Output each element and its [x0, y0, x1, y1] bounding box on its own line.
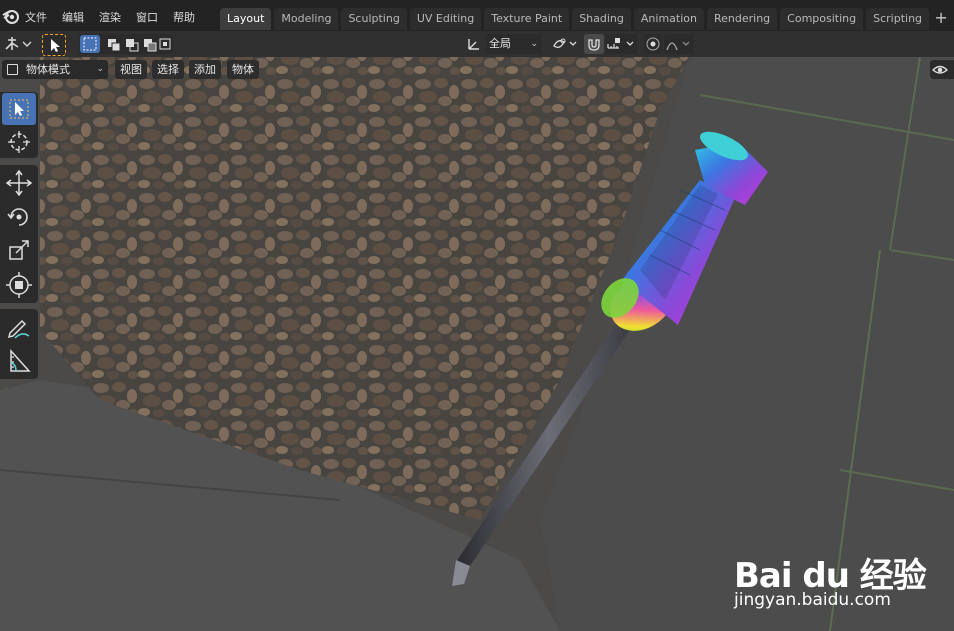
chevron-down-icon: ⌄ — [530, 39, 538, 49]
transform-orientation-dropdown[interactable]: 全局 ⌄ — [486, 34, 542, 54]
add-menu[interactable]: 添加 — [189, 60, 221, 79]
tool-annotate[interactable] — [2, 311, 36, 343]
top-menu-bar: 文件 编辑 渲染 窗口 帮助 Layout Modeling Sculpting… — [0, 0, 954, 31]
active-tool-button[interactable] — [42, 34, 66, 56]
tab-scripting[interactable]: Scripting — [866, 8, 930, 30]
tool-cursor[interactable] — [2, 126, 36, 158]
scale-icon — [9, 240, 29, 260]
tab-uv-editing[interactable]: UV Editing — [409, 8, 482, 30]
menu-window[interactable]: 窗口 — [136, 9, 158, 25]
selection-mode-icons — [80, 35, 171, 53]
visibility-overlay-button[interactable] — [930, 60, 954, 79]
annotate-pen-icon — [7, 319, 30, 339]
menu-file[interactable]: 文件 — [25, 9, 47, 25]
toolbar-group-transform — [0, 165, 38, 303]
tool-move[interactable] — [2, 167, 36, 199]
baidu-watermark-url: jingyan.baidu.com — [734, 590, 891, 610]
viewport-scene — [0, 57, 954, 631]
transform-icon — [6, 272, 32, 298]
eye-icon — [931, 65, 949, 74]
cursor-arrow-icon — [51, 39, 60, 52]
add-workspace-button[interactable]: + — [932, 8, 950, 30]
tab-shading[interactable]: Shading — [572, 8, 631, 30]
snap-toggle[interactable] — [584, 34, 604, 54]
object-menu[interactable]: 物体 — [227, 60, 259, 79]
tool-select-box[interactable] — [2, 93, 36, 125]
editor-type-button[interactable] — [2, 34, 32, 54]
blender-logo-icon[interactable] — [2, 7, 20, 25]
selection-mode-group — [79, 34, 173, 54]
view-menu[interactable]: 视图 — [115, 60, 147, 79]
menu-edit[interactable]: 编辑 — [62, 9, 84, 25]
falloff-curve-icon — [666, 41, 690, 51]
tab-sculpting[interactable]: Sculpting — [341, 8, 407, 30]
transform-orientation-value: 全局 — [489, 37, 511, 50]
select-menu[interactable]: 选择 — [152, 60, 184, 79]
pivot-point-icon — [553, 38, 577, 48]
object-mode-value: 物体模式 — [26, 63, 70, 76]
tab-texture-paint[interactable]: Texture Paint — [484, 8, 570, 30]
tab-animation[interactable]: Animation — [633, 8, 704, 30]
tool-scale[interactable] — [2, 235, 36, 267]
toolbar-group-select — [0, 92, 38, 158]
magnet-icon — [588, 39, 600, 51]
pivot-point-dropdown[interactable] — [550, 34, 580, 54]
menu-render[interactable]: 渲染 — [99, 9, 121, 25]
tab-layout[interactable]: Layout — [220, 8, 272, 30]
cursor-arrow-icon — [9, 99, 29, 119]
move-arrows-icon — [5, 169, 33, 197]
tool-transform[interactable] — [2, 269, 36, 301]
proportional-edit-toggle[interactable] — [644, 34, 662, 54]
tool-rotate[interactable] — [2, 201, 36, 233]
orientation-axes-icon — [468, 39, 479, 50]
menu-help[interactable]: 帮助 — [173, 9, 195, 25]
toolbar-group-annotate — [0, 309, 38, 379]
editor-type-icon — [5, 37, 32, 50]
measure-ruler-icon — [10, 349, 31, 372]
3d-viewport[interactable]: 物体模式 ⌄ 视图 选择 添加 物体 — [0, 57, 954, 631]
rotate-icon — [7, 208, 28, 226]
proportional-edit-icon — [646, 37, 660, 51]
snap-target-dropdown[interactable] — [605, 34, 637, 54]
tool-measure[interactable] — [2, 345, 36, 377]
object-mode-dropdown[interactable]: 物体模式 ⌄ — [2, 60, 108, 79]
object-mode-icon — [7, 64, 18, 75]
chevron-down-icon: ⌄ — [96, 64, 104, 74]
snap-increment-icon — [607, 38, 634, 49]
crosshair-cursor-icon — [8, 131, 30, 153]
falloff-dropdown[interactable] — [664, 34, 694, 54]
workspace-tabs: Layout Modeling Sculpting UV Editing Tex… — [220, 8, 953, 31]
tab-rendering[interactable]: Rendering — [706, 8, 778, 30]
tab-modeling[interactable]: Modeling — [274, 8, 339, 30]
tool-header: 全局 ⌄ — [0, 31, 954, 57]
tab-compositing[interactable]: Compositing — [780, 8, 864, 30]
